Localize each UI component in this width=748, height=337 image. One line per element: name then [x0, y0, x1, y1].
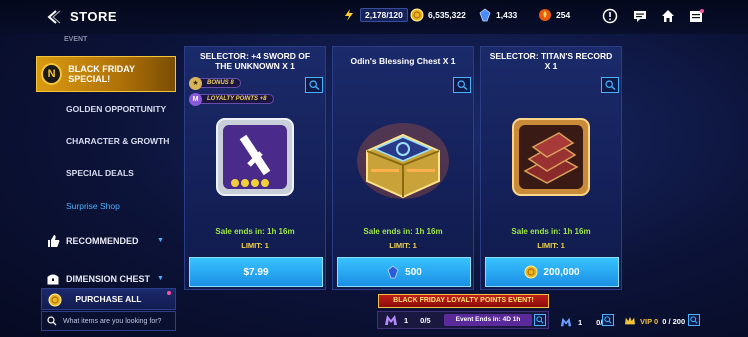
- event-progress: 0/5: [420, 315, 431, 325]
- sale-timer: Sale ends in: 1h 16m: [215, 227, 295, 236]
- energy-value: 2,178/120: [360, 8, 408, 22]
- news-icon[interactable]: [688, 8, 704, 24]
- magnify-info-icon: [308, 80, 319, 90]
- product-card-titans-record[interactable]: SELECTOR: TITAN'S RECORD X 1 Sale ends i…: [480, 46, 622, 290]
- chevron-down-icon[interactable]: ▼: [157, 237, 164, 244]
- magnify-info-icon: [604, 80, 615, 90]
- crown-icon: [625, 316, 635, 325]
- mystic-info-button[interactable]: [602, 314, 614, 326]
- buy-button[interactable]: $7.99: [189, 257, 323, 287]
- crystal-icon: [387, 265, 399, 279]
- event-info-button[interactable]: [534, 314, 546, 326]
- purchase-limit: LIMIT: 1: [537, 241, 565, 250]
- chat-icon[interactable]: [632, 8, 648, 24]
- magnify-info-icon: [456, 80, 467, 90]
- loyalty-tag: M LOYALTY POINTS +8: [189, 92, 274, 106]
- product-title: Odin's Blessing Chest X 1: [350, 56, 456, 66]
- ticket-value: 254: [556, 10, 571, 20]
- loyalty-event-progress[interactable]: 1 0/5 Event Ends in: 4D 1h: [377, 311, 549, 329]
- vip-info-button[interactable]: [688, 314, 700, 326]
- search-input[interactable]: What items are you looking for?: [41, 311, 176, 331]
- product-title: SELECTOR: +4 SWORD OF THE UNKNOWN X 1: [199, 51, 311, 71]
- sidebar-group-dimension-chest[interactable]: DIMENSION CHEST: [46, 272, 150, 286]
- product-image: [185, 115, 325, 205]
- sidebar-group-recommended[interactable]: RECOMMENDED: [46, 234, 139, 248]
- sidebar-item-event[interactable]: EVENT: [64, 36, 204, 43]
- notification-dot: [167, 291, 171, 295]
- purchase-limit: LIMIT: 1: [389, 241, 417, 250]
- product-title: SELECTOR: TITAN'S RECORD X 1: [489, 51, 613, 71]
- buy-button[interactable]: 200,000: [485, 257, 619, 287]
- product-image: [481, 115, 621, 205]
- bonus-tag: ★ BONUS 8: [189, 76, 241, 90]
- energy-resource[interactable]: 2,178/120 +: [342, 8, 421, 22]
- alert-icon[interactable]: [602, 8, 618, 24]
- flame-token-icon: [539, 9, 551, 21]
- product-image: [333, 115, 473, 205]
- gold-resource[interactable]: 6,535,322: [410, 8, 466, 22]
- sidebar-item-label: BLACK FRIDAY SPECIAL!: [68, 64, 135, 84]
- ticket-resource[interactable]: 254: [538, 8, 570, 22]
- price-label: 200,000: [543, 266, 580, 278]
- buy-button[interactable]: 500: [337, 257, 471, 287]
- titans-record-book-icon: [512, 118, 590, 196]
- magnify-info-icon: [604, 316, 612, 324]
- gold-coin-icon: [524, 265, 538, 279]
- product-card-odins-chest[interactable]: Odin's Blessing Chest X 1 Sale ends in: …: [332, 46, 474, 290]
- lightning-icon: [345, 9, 353, 21]
- vip-progress: 0 / 200: [662, 316, 686, 326]
- magnify-info-icon: [690, 316, 698, 324]
- sale-timer: Sale ends in: 1h 16m: [511, 227, 591, 236]
- top-bar: STORE 2,178/120 + 6,535,322 1,433 254: [0, 0, 748, 34]
- event-level: 1: [404, 315, 409, 325]
- back-arrow-icon[interactable]: [44, 8, 62, 26]
- thumbs-up-icon: [48, 235, 60, 247]
- purchase-all-label: PURCHASE ALL: [75, 294, 142, 304]
- odins-chest-icon: [357, 123, 449, 199]
- magnify-info-icon: [536, 316, 544, 324]
- vip-display[interactable]: VIP 0 0 / 200: [624, 316, 685, 326]
- sale-timer: Sale ends in: 1h 16m: [363, 227, 443, 236]
- event-timer: Event Ends in: 4D 1h: [444, 314, 532, 326]
- item-info-button[interactable]: [453, 77, 471, 93]
- item-info-button[interactable]: [305, 77, 323, 93]
- bonus-medal-icon: ★: [189, 76, 202, 90]
- search-placeholder: What items are you looking for?: [63, 317, 162, 325]
- gold-coin-icon: [48, 293, 62, 307]
- purchase-limit: LIMIT: 1: [241, 241, 269, 250]
- mystic-level: 1: [578, 317, 583, 327]
- crystal-value: 1,433: [496, 10, 518, 20]
- sword-selector-icon: [216, 118, 294, 196]
- sidebar-item-black-friday[interactable]: N BLACK FRIDAY SPECIAL!: [36, 56, 176, 92]
- loyalty-event-banner[interactable]: BLACK FRIDAY LOYALTY POINTS EVENT!: [378, 294, 549, 308]
- vip-level: VIP 0: [640, 316, 659, 326]
- item-info-button[interactable]: [601, 77, 619, 93]
- black-friday-badge-icon: N: [41, 63, 63, 85]
- price-label: 500: [405, 266, 422, 278]
- page-title: STORE: [70, 9, 118, 24]
- price-label: $7.99: [243, 266, 269, 278]
- search-icon: [47, 316, 57, 326]
- loyalty-m-icon: [385, 315, 397, 325]
- crystal-resource[interactable]: 1,433: [478, 8, 517, 22]
- mystic-level-display[interactable]: 1 0/5: [560, 316, 607, 328]
- product-card-sword-selector[interactable]: SELECTOR: +4 SWORD OF THE UNKNOWN X 1 ★ …: [184, 46, 326, 290]
- crystal-icon: [479, 8, 491, 22]
- gold-coin-icon: [410, 8, 424, 22]
- sidebar-group-label: RECOMMENDED: [66, 236, 139, 246]
- sidebar-group-label: DIMENSION CHEST: [66, 274, 151, 284]
- loyalty-label: LOYALTY POINTS +8: [192, 94, 274, 104]
- purchase-all-button[interactable]: PURCHASE ALL: [41, 288, 176, 310]
- mystic-m-icon: [560, 317, 572, 327]
- chevron-down-icon[interactable]: ▼: [157, 275, 164, 282]
- loyalty-m-icon: M: [189, 92, 202, 106]
- chest-icon: [47, 274, 59, 285]
- gold-value: 6,535,322: [428, 10, 466, 20]
- home-icon[interactable]: [660, 8, 676, 24]
